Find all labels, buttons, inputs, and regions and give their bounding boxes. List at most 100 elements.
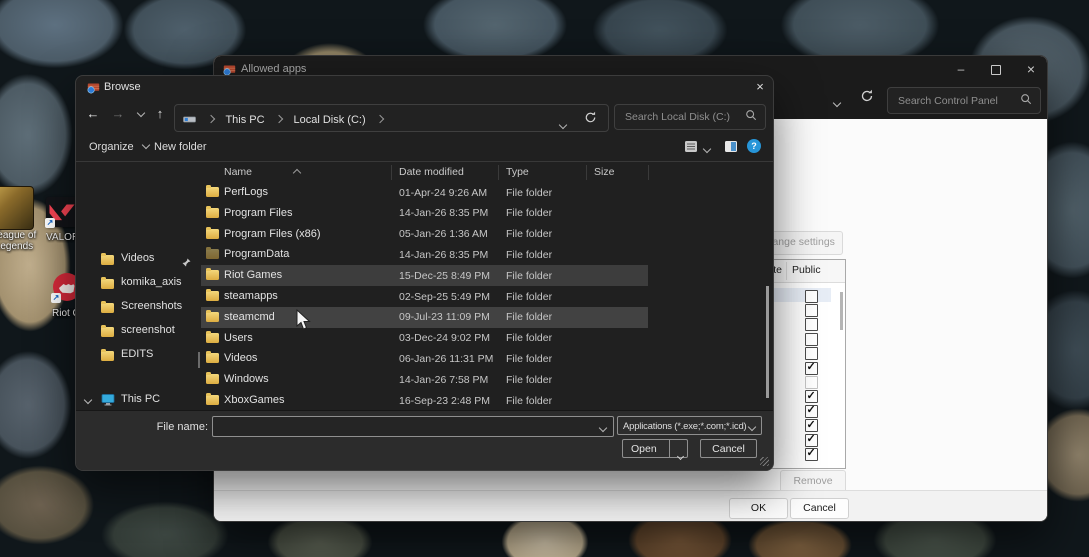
file-type: File folder	[506, 207, 553, 220]
file-name: Windows	[224, 373, 269, 386]
public-checkbox[interactable]	[805, 347, 818, 361]
file-row[interactable]: steamapps 02-Sep-25 5:49 PM File folder	[201, 286, 648, 307]
file-row[interactable]: ProgramData 14-Jan-26 8:35 PM File folder	[201, 244, 648, 265]
sidebar-scrollbar[interactable]	[198, 352, 200, 368]
file-date-modified: 14-Jan-26 8:35 PM	[399, 248, 489, 261]
public-checkbox[interactable]	[805, 418, 818, 433]
file-type: File folder	[506, 228, 553, 241]
browse-dialog: Browse × ← → ↑ This PC Local Disk (C:) O…	[75, 75, 774, 471]
file-date-modified: 06-Jan-26 11:31 PM	[399, 352, 494, 365]
file-row[interactable]: Riot Games 15-Dec-25 8:49 PM File folder	[201, 265, 648, 286]
file-name: steamapps	[224, 290, 278, 302]
folder-icon	[206, 330, 219, 343]
file-name: Videos	[224, 352, 258, 365]
sidebar-item-label: Videos	[121, 252, 155, 264]
new-folder-button[interactable]: New folder	[154, 141, 207, 153]
public-checkbox[interactable]	[805, 389, 818, 404]
public-checkbox[interactable]	[805, 360, 818, 375]
league-of-legends-icon[interactable]	[0, 186, 34, 230]
cancel-button[interactable]: Cancel	[790, 498, 849, 519]
sidebar-item-videos[interactable]: Videos	[76, 248, 199, 270]
column-divider[interactable]	[498, 165, 499, 180]
column-header-type[interactable]: Type	[506, 166, 529, 178]
public-checkbox[interactable]	[805, 289, 818, 303]
file-name-field[interactable]	[212, 416, 614, 437]
file-type: File folder	[506, 394, 553, 407]
search-icon	[1020, 92, 1032, 110]
league-of-legends-label[interactable]: League of Legends	[0, 230, 52, 254]
sidebar-item-screenshot[interactable]: screenshot	[76, 320, 199, 342]
sidebar-item-label: EDITS	[121, 348, 154, 360]
public-column-header: Public	[792, 264, 821, 276]
desktop: { "desktop": { "icons": [ {"label": "Lea…	[0, 0, 1089, 557]
column-header-name[interactable]: Name	[224, 166, 252, 178]
sidebar-item-this-pc[interactable]: This PC	[76, 389, 199, 411]
file-type: File folder	[506, 290, 553, 303]
public-checkbox[interactable]	[805, 446, 818, 461]
file-name: Riot Games	[224, 269, 283, 282]
file-type: File folder	[506, 311, 553, 324]
column-divider[interactable]	[391, 165, 392, 180]
open-button[interactable]: Open	[622, 439, 688, 461]
file-row[interactable]: Videos 06-Jan-26 11:31 PM File folder	[201, 348, 648, 369]
valorant-icon[interactable]: ↗	[45, 197, 78, 228]
file-row[interactable]: Users 03-Dec-24 9:02 PM File folder	[201, 328, 648, 349]
resize-grip[interactable]	[760, 457, 769, 466]
file-list-scrollbar[interactable]	[766, 286, 769, 398]
file-date-modified: 03-Dec-24 9:02 PM	[399, 332, 491, 345]
file-type: File folder	[506, 186, 553, 199]
cancel-button[interactable]: Cancel	[700, 439, 757, 458]
maximize-button[interactable]	[979, 56, 1013, 83]
sidebar-item-komika-axis[interactable]: komika_axis	[76, 272, 199, 294]
file-row[interactable]: Program Files (x86) 05-Jan-26 1:36 AM File…	[201, 224, 648, 245]
file-type-dropdown[interactable]: Applications (*.exe;*.com;*.icd)	[617, 416, 762, 435]
public-checkbox[interactable]	[805, 303, 818, 317]
sidebar-item-screenshots[interactable]: Screenshots	[76, 296, 199, 318]
list-scrollbar[interactable]	[840, 292, 843, 330]
file-name: steamcmd	[224, 310, 275, 323]
folder-icon	[206, 247, 219, 260]
public-checkbox[interactable]	[805, 332, 818, 346]
open-dropdown-icon[interactable]	[676, 447, 685, 465]
file-type: File folder	[506, 248, 553, 261]
column-divider[interactable]	[648, 165, 649, 180]
file-row[interactable]: steamcmd 09-Jul-23 11:09 PM File folder	[201, 306, 648, 328]
close-button[interactable]: ×	[1014, 56, 1047, 83]
column-header-date[interactable]: Date modified	[399, 166, 464, 178]
folder-icon	[206, 351, 219, 364]
refresh-icon[interactable]	[859, 88, 875, 109]
sort-ascending-icon[interactable]	[292, 163, 302, 181]
column-divider[interactable]	[586, 165, 587, 180]
folder-icon	[206, 289, 219, 301]
chevron-down-icon	[747, 422, 757, 432]
public-checkbox[interactable]	[805, 432, 818, 447]
public-checkbox[interactable]	[805, 403, 818, 418]
file-name-input[interactable]	[213, 420, 600, 433]
sidebar-item-label: komika_axis	[121, 276, 182, 288]
dialog-footer: OK Cancel	[214, 490, 1047, 521]
file-row[interactable]: Windows 14-Jan-26 7:58 PM File folder	[201, 369, 648, 390]
minimize-button[interactable]: –	[944, 56, 978, 83]
chevron-down-icon[interactable]	[83, 395, 93, 405]
up-icon[interactable]: ↑	[149, 103, 171, 125]
ok-button[interactable]: OK	[729, 498, 788, 519]
file-row[interactable]: Program Files 14-Jan-26 8:35 PM File folde…	[201, 203, 648, 224]
file-row[interactable]: PerfLogs 01-Apr-24 9:26 AM File folder	[201, 182, 648, 203]
control-panel-search-input[interactable]	[896, 93, 1020, 108]
forward-icon[interactable]: →	[107, 103, 129, 125]
folder-icon	[206, 372, 219, 385]
folder-icon	[101, 300, 114, 318]
back-icon[interactable]: ←	[82, 103, 104, 125]
sidebar-item-edits[interactable]: EDITS	[76, 344, 199, 366]
chevron-down-icon[interactable]	[598, 418, 608, 436]
public-checkbox[interactable]	[805, 375, 818, 389]
column-header-size[interactable]: Size	[594, 166, 614, 178]
chevron-down-icon[interactable]	[832, 93, 842, 111]
folder-icon	[101, 252, 114, 270]
mouse-cursor	[296, 309, 311, 330]
public-checkbox[interactable]	[805, 318, 818, 332]
control-panel-search-box[interactable]	[887, 87, 1041, 114]
organize-button[interactable]: Organize	[89, 140, 150, 153]
split-divider	[669, 440, 670, 457]
file-row[interactable]: XboxGames 16-Sep-23 2:48 PM File folder	[201, 390, 648, 411]
